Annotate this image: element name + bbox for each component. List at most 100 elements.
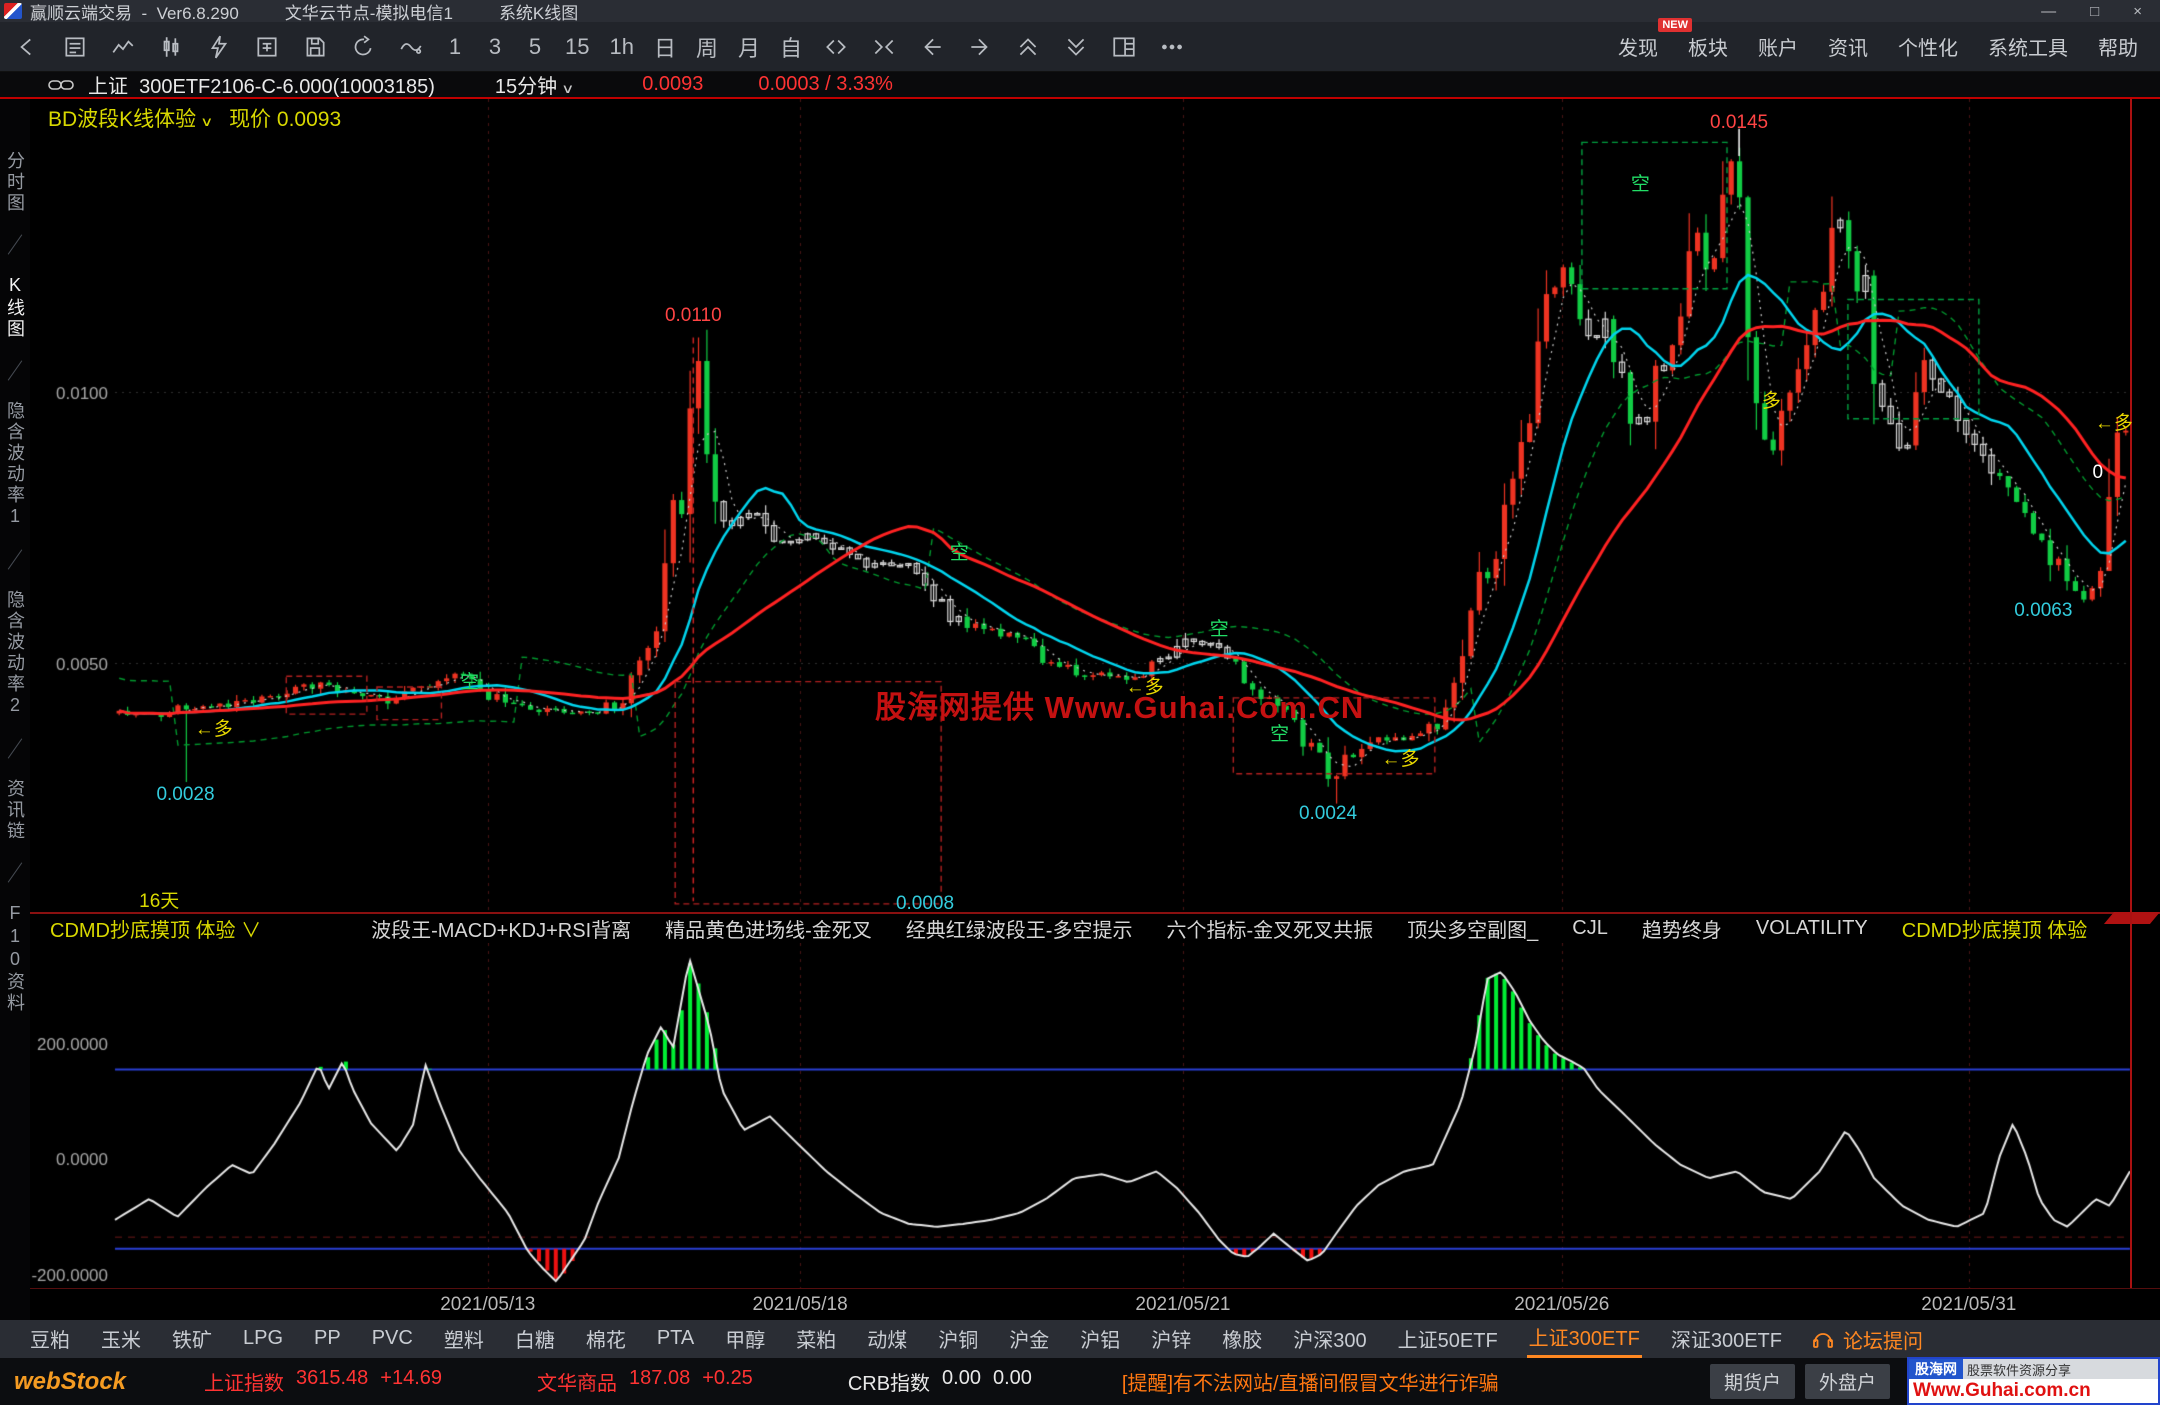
expand-icon[interactable] bbox=[819, 30, 853, 64]
refresh-icon[interactable] bbox=[346, 30, 380, 64]
save-icon[interactable] bbox=[298, 30, 332, 64]
signal-marker: ←多 bbox=[2095, 408, 2133, 435]
menu-item-系统工具[interactable]: 系统工具 bbox=[1988, 32, 2068, 61]
back-icon[interactable] bbox=[10, 30, 44, 64]
sidebar-item-F10资料[interactable]: F10资料 bbox=[2, 903, 28, 1014]
sidebar-item-资讯链[interactable]: 资讯链 bbox=[2, 779, 28, 842]
next-icon[interactable] bbox=[963, 30, 997, 64]
guhai-watermark-box: 股海网 股票软件资源分享 Www.Guhai.com.cn bbox=[1907, 1357, 2160, 1405]
sidebar-item-隐含波动率2[interactable]: 隐含波动率2 bbox=[2, 590, 28, 718]
date-tick: 2021/05/31 bbox=[1921, 1294, 2016, 1316]
sidebar-separator bbox=[8, 549, 23, 569]
main-chart-canvas[interactable] bbox=[30, 99, 2160, 912]
order-board-icon[interactable] bbox=[250, 30, 284, 64]
market-tab-甲醇[interactable]: 甲醇 bbox=[723, 1322, 767, 1357]
menu-item-个性化[interactable]: 个性化 bbox=[1898, 32, 1958, 61]
report-icon[interactable] bbox=[58, 30, 92, 64]
instrument-symbol[interactable]: 上证 300ETF2106-C-6.000(10003185) bbox=[88, 70, 435, 99]
market-tab-动煤[interactable]: 动煤 bbox=[865, 1322, 909, 1357]
signal-marker: 0 bbox=[2092, 462, 2103, 484]
indicator-tab-CDMD抄底摸顶 体验[interactable]: CDMD抄底摸顶 体验 bbox=[1902, 914, 2088, 943]
indicator-tab-CJL[interactable]: CJL bbox=[1572, 917, 1608, 940]
market-tab-上证300ETF[interactable]: 上证300ETF bbox=[1527, 1320, 1642, 1358]
sidebar-separator bbox=[8, 738, 23, 758]
indicator-tab-经典红绿波段王-多空提示[interactable]: 经典红绿波段王-多空提示 bbox=[906, 914, 1133, 943]
price-annotation: 16天 bbox=[139, 886, 179, 913]
chevron-down-icon: ∨ bbox=[200, 114, 213, 130]
market-tab-白糖[interactable]: 白糖 bbox=[513, 1322, 557, 1357]
indicator-tab-CDMD抄底摸顶 体验[interactable]: CDMD抄底摸顶 体验 ∨ bbox=[50, 914, 261, 943]
indicator-tab-六个指标-金叉死叉共振[interactable]: 六个指标-金叉死叉共振 bbox=[1166, 914, 1373, 943]
index-quote-CRB指数: CRB指数0.000.00 bbox=[848, 1367, 1032, 1396]
account-button-期货户[interactable]: 期货户 bbox=[1710, 1364, 1795, 1399]
maximize-button[interactable]: □ bbox=[2090, 3, 2099, 20]
indicator-tab-趋势终身[interactable]: 趋势终身 bbox=[1642, 914, 1722, 943]
switch-line-icon[interactable] bbox=[394, 30, 428, 64]
market-tab-沪铝[interactable]: 沪铝 bbox=[1078, 1322, 1122, 1357]
sidebar-item-隐含波动率1[interactable]: 隐含波动率1 bbox=[2, 401, 28, 529]
flash-order-icon[interactable] bbox=[202, 30, 236, 64]
period-button-3[interactable]: 3 bbox=[482, 30, 508, 64]
market-tab-沪深300[interactable]: 沪深300 bbox=[1291, 1322, 1368, 1357]
indicator-tab-顶尖多空副图_[interactable]: 顶尖多空副图_ bbox=[1407, 914, 1538, 943]
title-bar: 赢顺云端交易 - Ver6.8.290 文华云节点-模拟电信1 系统K线图 — … bbox=[0, 0, 2160, 22]
account-button-外盘户[interactable]: 外盘户 bbox=[1805, 1364, 1890, 1399]
layout-icon[interactable] bbox=[1107, 30, 1141, 64]
market-tab-沪锌[interactable]: 沪锌 bbox=[1149, 1322, 1193, 1357]
collapse-up-icon[interactable] bbox=[1011, 30, 1045, 64]
current-price-value: 0.0093 bbox=[277, 108, 341, 131]
sidebar-separator bbox=[8, 360, 23, 380]
market-tab-菜粕[interactable]: 菜粕 bbox=[794, 1322, 838, 1357]
indicator-tab-波段王-MACD+KDJ+RSI背离[interactable]: 波段王-MACD+KDJ+RSI背离 bbox=[371, 914, 631, 943]
market-tab-深证300ETF[interactable]: 深证300ETF bbox=[1669, 1322, 1784, 1357]
market-tab-棉花[interactable]: 棉花 bbox=[584, 1322, 628, 1357]
period-button-月[interactable]: 月 bbox=[735, 30, 763, 64]
price-annotation: 0.0028 bbox=[156, 784, 214, 806]
shrink-icon[interactable] bbox=[867, 30, 901, 64]
menu-item-板块[interactable]: 板块 bbox=[1688, 32, 1728, 61]
indicator-tab-VOLATILITY[interactable]: VOLATILITY bbox=[1756, 917, 1868, 940]
period-button-15[interactable]: 15 bbox=[562, 30, 592, 64]
price-change: 0.0003 / 3.33% bbox=[758, 73, 893, 96]
close-button[interactable]: × bbox=[2133, 3, 2142, 20]
market-tab-LPG[interactable]: LPG bbox=[241, 1325, 285, 1354]
market-tab-PP[interactable]: PP bbox=[312, 1325, 343, 1354]
market-tab-PTA[interactable]: PTA bbox=[655, 1325, 696, 1354]
market-tab-玉米[interactable]: 玉米 bbox=[99, 1322, 143, 1357]
period-selector[interactable]: 15分钟 ∨ bbox=[495, 70, 572, 99]
kline-icon[interactable] bbox=[154, 30, 188, 64]
oscillator-canvas[interactable] bbox=[30, 943, 2160, 1288]
minimize-button[interactable]: — bbox=[2041, 3, 2056, 20]
menu-item-帮助[interactable]: 帮助 bbox=[2098, 32, 2138, 61]
menu-item-发现[interactable]: 发现NEW bbox=[1618, 32, 1658, 61]
market-tab-铁矿[interactable]: 铁矿 bbox=[170, 1322, 214, 1357]
market-tab-PVC[interactable]: PVC bbox=[370, 1325, 415, 1354]
market-tab-沪金[interactable]: 沪金 bbox=[1007, 1322, 1051, 1357]
market-tab-塑料[interactable]: 塑料 bbox=[442, 1322, 486, 1357]
menu-item-账户[interactable]: 账户 bbox=[1758, 32, 1798, 61]
sidebar-separator bbox=[8, 862, 23, 882]
prev-icon[interactable] bbox=[915, 30, 949, 64]
forum-link[interactable]: 论坛提问 bbox=[1811, 1325, 1923, 1354]
period-button-日[interactable]: 日 bbox=[651, 30, 679, 64]
chart-indicator-title[interactable]: BD波段K线体验 ∨ 现价 0.0093 bbox=[48, 103, 341, 133]
more-icon[interactable] bbox=[1155, 30, 1189, 64]
period-button-自[interactable]: 自 bbox=[777, 30, 805, 64]
period-button-1h[interactable]: 1h bbox=[606, 30, 636, 64]
market-tab-沪铜[interactable]: 沪铜 bbox=[936, 1322, 980, 1357]
sidebar-item-分时图[interactable]: 分时图 bbox=[2, 151, 28, 214]
market-tab-上证50ETF[interactable]: 上证50ETF bbox=[1396, 1322, 1500, 1357]
period-button-1[interactable]: 1 bbox=[442, 30, 468, 64]
sidebar-item-K线图[interactable]: K线图 bbox=[2, 275, 28, 340]
indicator-tab-精品黄色进场线-金死叉[interactable]: 精品黄色进场线-金死叉 bbox=[665, 914, 872, 943]
chart-column: BD波段K线体验 ∨ 现价 0.0093 股海网提供 Www.Guhai.Com… bbox=[30, 99, 2160, 1320]
market-tab-豆粕[interactable]: 豆粕 bbox=[28, 1322, 72, 1357]
collapse-down-icon[interactable] bbox=[1059, 30, 1093, 64]
timeline-icon[interactable] bbox=[106, 30, 140, 64]
period-button-周[interactable]: 周 bbox=[693, 30, 721, 64]
market-tab-橡胶[interactable]: 橡胶 bbox=[1220, 1322, 1264, 1357]
menu-item-资讯[interactable]: 资讯 bbox=[1828, 32, 1868, 61]
signal-marker: 空 bbox=[1270, 719, 1289, 746]
period-button-5[interactable]: 5 bbox=[522, 30, 548, 64]
link-icon[interactable] bbox=[44, 68, 78, 102]
